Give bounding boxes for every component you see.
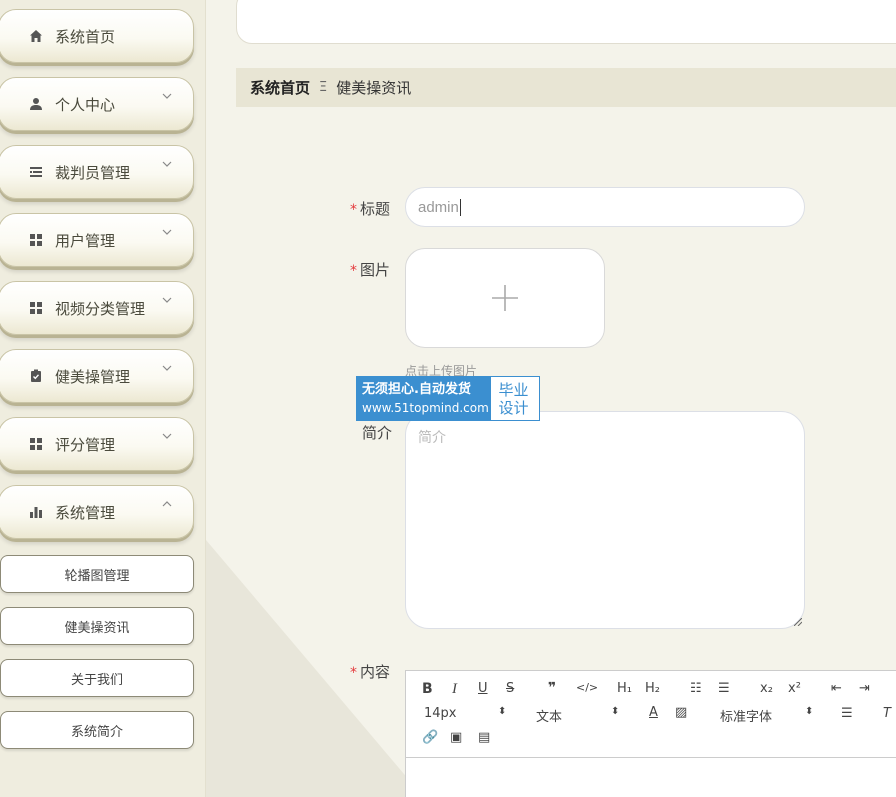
image-label: * 图片 [350, 261, 391, 279]
indent-increase-icon[interactable]: ⇥ [859, 681, 870, 696]
link-icon[interactable]: 🔗 [422, 730, 438, 745]
sidebar-item-personal[interactable]: 个人中心 [0, 77, 194, 131]
clipboard-icon [29, 369, 43, 383]
clear-format-icon[interactable]: T [883, 706, 891, 721]
chevron-down-icon [162, 365, 172, 371]
rich-text-editor[interactable]: B I U S ❞ </> H₁ H₂ ☷ ☰ x₂ x² ⇤ ⇥ 14px ⬍… [405, 670, 896, 797]
background-color-icon[interactable]: ▨ [675, 705, 687, 720]
sidebar-item-label: 系统管理 [55, 503, 116, 522]
background-decoration [206, 540, 426, 797]
title-input[interactable]: admin [405, 187, 805, 227]
strike-icon[interactable]: S [506, 681, 514, 696]
grid-icon [29, 301, 43, 315]
chevron-down-icon [162, 161, 172, 167]
sidebar-item-label: 裁判员管理 [55, 163, 131, 182]
breadcrumb-home[interactable]: 系统首页 [250, 77, 310, 98]
underline-icon[interactable]: U [478, 681, 488, 696]
required-mark: * [350, 665, 357, 681]
grid-icon [29, 233, 43, 247]
watermark-right2: 设计 [498, 399, 529, 417]
sidebar-item-referee[interactable]: 裁判员管理 [0, 145, 194, 199]
image-icon[interactable]: ▣ [450, 730, 462, 745]
list-icon [29, 165, 43, 179]
sidebar-item-system[interactable]: 系统管理 [0, 485, 194, 539]
sidebar-item-label: 用户管理 [55, 231, 116, 250]
sidebar-item-aerobics[interactable]: 健美操管理 [0, 349, 194, 403]
chevron-down-icon [162, 229, 172, 235]
plus-icon [492, 285, 518, 311]
italic-icon[interactable]: I [452, 681, 457, 698]
font-color-icon[interactable]: A [649, 705, 658, 720]
chevron-up-icon [162, 501, 172, 507]
header2-icon[interactable]: H₂ [645, 681, 660, 696]
breadcrumb-separator: Ξ [319, 80, 328, 95]
chevron-updown-icon: ⬍ [611, 706, 620, 717]
font-family-select[interactable]: 标准字体 [720, 706, 772, 725]
sidebar-subitem-intro[interactable]: 系统简介 [0, 711, 194, 749]
chevron-updown-icon: ⬍ [498, 706, 507, 717]
chevron-updown-icon: ⬍ [805, 706, 814, 717]
sidebar-item-label: 视频分类管理 [55, 299, 146, 318]
intro-placeholder: 简介 [418, 430, 446, 446]
superscript-icon[interactable]: x² [788, 681, 801, 696]
ordered-list-icon[interactable]: ☷ [690, 681, 702, 696]
video-icon[interactable]: ▤ [478, 730, 490, 745]
intro-label: 简介 [362, 424, 393, 442]
sidebar-item-video-category[interactable]: 视频分类管理 [0, 281, 194, 335]
sidebar-item-label: 个人中心 [55, 95, 116, 114]
sidebar-subitem-news[interactable]: 健美操资讯 [0, 607, 194, 645]
watermark-right1: 毕业 [498, 381, 529, 399]
breadcrumb: 系统首页 Ξ 健美操资讯 [236, 68, 896, 107]
title-input-value: admin [418, 198, 459, 216]
watermark-line1: 无须担心.自动发货 [362, 382, 471, 397]
chevron-down-icon [162, 93, 172, 99]
subscript-icon[interactable]: x₂ [760, 681, 773, 696]
title-label: * 标题 [350, 200, 391, 218]
indent-decrease-icon[interactable]: ⇤ [831, 681, 842, 696]
watermark-url: www.51topmind.com [362, 401, 489, 415]
code-block-icon[interactable]: </> [576, 681, 598, 694]
chevron-down-icon [162, 433, 172, 439]
sidebar-subitem-carousel[interactable]: 轮播图管理 [0, 555, 194, 593]
breadcrumb-current: 健美操资讯 [336, 79, 412, 97]
sidebar-item-label: 系统首页 [55, 27, 116, 46]
text-caret [459, 198, 461, 216]
sidebar-item-users[interactable]: 用户管理 [0, 213, 194, 267]
font-size-select[interactable]: 14px [424, 706, 457, 721]
sidebar-item-scores[interactable]: 评分管理 [0, 417, 194, 471]
intro-textarea[interactable]: 简介 [405, 411, 805, 629]
required-mark: * [350, 202, 357, 218]
sidebar-item-label: 评分管理 [55, 435, 116, 454]
blockquote-icon[interactable]: ❞ [548, 680, 556, 696]
editor-toolbar: B I U S ❞ </> H₁ H₂ ☷ ☰ x₂ x² ⇤ ⇥ 14px ⬍… [406, 671, 896, 758]
align-icon[interactable]: ☰ [841, 706, 853, 721]
required-mark: * [350, 263, 357, 279]
bold-icon[interactable]: B [422, 681, 433, 697]
grid-icon [29, 437, 43, 451]
header-card [236, 0, 896, 44]
sidebar: 系统首页 个人中心 裁判员管理 用户管理 视频分类管理 健美操管理 评分管理 系… [0, 0, 206, 797]
bullet-list-icon[interactable]: ☰ [718, 681, 730, 696]
sidebar-subitem-about[interactable]: 关于我们 [0, 659, 194, 697]
resize-handle-icon[interactable] [794, 618, 802, 626]
user-icon [29, 97, 43, 111]
watermark-logo: 无须担心.自动发货 www.51topmind.com 毕业 设计 [356, 376, 540, 421]
image-uploader[interactable] [405, 248, 605, 348]
header-select[interactable]: 文本 [536, 706, 562, 725]
content-label: * 内容 [350, 663, 391, 681]
header1-icon[interactable]: H₁ [617, 681, 632, 696]
chevron-down-icon [162, 297, 172, 303]
home-icon [29, 29, 43, 43]
bar-chart-icon [29, 505, 43, 519]
sidebar-item-home[interactable]: 系统首页 [0, 9, 194, 63]
sidebar-item-label: 健美操管理 [55, 367, 131, 386]
